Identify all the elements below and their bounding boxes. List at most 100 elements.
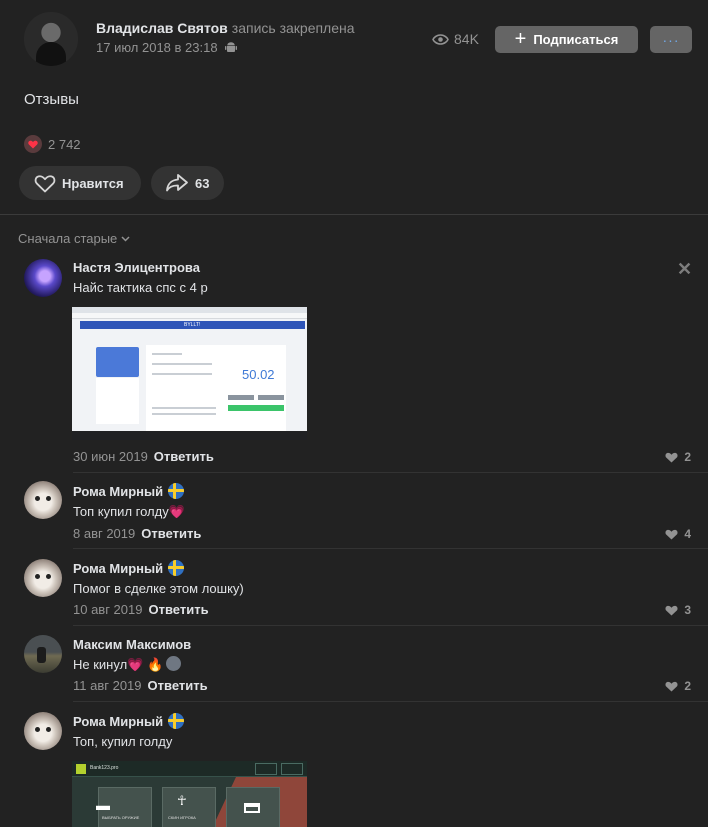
shop-icon [244, 803, 260, 813]
sort-label: Сначала старые [18, 231, 118, 246]
comment-like-button[interactable]: 2 [665, 450, 691, 464]
site-logo [76, 764, 86, 774]
face-icon [166, 656, 182, 671]
comment-meta: 30 июн 2019 Ответить [73, 449, 214, 464]
more-options-button[interactable]: ··· [650, 26, 692, 53]
stats-box [281, 763, 303, 775]
commenter-avatar[interactable] [24, 481, 62, 519]
comment-like-count: 2 [684, 679, 691, 693]
comment-text: Топ, купил голду [73, 734, 173, 749]
person-icon: ☥ [177, 793, 187, 808]
site-name: Bank123.pro [90, 765, 119, 771]
card-caption: ВЫБРАТЬ ОРУЖИЕ [102, 815, 140, 820]
comment-separator [73, 701, 708, 702]
reactions-summary[interactable]: 2 742 [24, 135, 81, 153]
views-count: 84K [454, 31, 479, 47]
os-taskbar [72, 431, 307, 440]
card-caption: СКИН ИГРОКА [168, 815, 196, 820]
views-counter: 84K [432, 31, 479, 47]
sweden-flag-icon [168, 483, 185, 499]
commenter-name[interactable]: Максим Максимов [73, 637, 191, 652]
sweden-flag-icon [168, 560, 185, 576]
panel-button [258, 395, 284, 400]
chevron-down-icon [121, 235, 130, 242]
like-label: Нравится [62, 175, 124, 191]
heart-icon [665, 681, 678, 691]
commenter-avatar[interactable] [24, 635, 62, 673]
panel-line [152, 413, 216, 415]
side-menu [96, 378, 139, 424]
comment-like-count: 4 [684, 527, 691, 541]
comment-date[interactable]: 8 авг 2019 [73, 526, 135, 541]
post-divider [0, 214, 708, 215]
balance-value: 50.02 [242, 367, 275, 382]
post-date-text[interactable]: 17 июл 2018 в 23:18 [96, 40, 218, 55]
comment-like-count: 2 [684, 450, 691, 464]
reply-button[interactable]: Ответить [141, 526, 201, 541]
commenter-name[interactable]: Настя Элицентрова [73, 260, 200, 275]
panel-button [228, 395, 254, 400]
sparkling-heart-icon: 💗 [127, 657, 144, 672]
commenter-name[interactable]: Рома Мирный [73, 713, 185, 729]
panel-line [152, 353, 182, 355]
comment-like-button[interactable]: 2 [665, 679, 691, 693]
heart-icon [665, 529, 678, 539]
post-date: 17 июл 2018 в 23:18 [96, 40, 238, 55]
android-icon [225, 42, 238, 52]
comment-text: Найс тактика спс с 4 р [73, 280, 208, 295]
pinned-note: запись закреплена [231, 20, 355, 36]
reply-button[interactable]: Ответить [148, 602, 208, 617]
subscribe-label: Подписаться [533, 32, 619, 47]
eye-icon [432, 33, 449, 45]
comment-date[interactable]: 10 авг 2019 [73, 602, 142, 617]
comment-meta: 8 авг 2019 Ответить [73, 526, 201, 541]
commenter-name[interactable]: Рома Мирный [73, 483, 185, 499]
commenter-avatar[interactable] [24, 712, 62, 750]
comment-like-button[interactable]: 4 [665, 527, 691, 541]
more-icon: ··· [662, 31, 680, 48]
share-button[interactable]: 63 [151, 166, 224, 200]
comment-date[interactable]: 30 июн 2019 [73, 449, 148, 464]
subscribe-button[interactable]: + Подписаться [495, 26, 638, 53]
reply-button[interactable]: Ответить [148, 678, 208, 693]
comment-like-button[interactable]: 3 [665, 603, 691, 617]
heart-outline-icon [34, 175, 56, 193]
comment-separator [73, 548, 708, 549]
panel-line [152, 407, 216, 409]
post-header: Владислав Святов запись закреплена 17 июл… [0, 0, 708, 80]
comment-like-count: 3 [684, 603, 691, 617]
browser-address-bar [72, 313, 307, 319]
comment-text: Не кинул💗 🔥 [73, 656, 182, 673]
author-name[interactable]: Владислав Святов [96, 20, 228, 36]
comment-attachment-screenshot[interactable]: Bank123.pro ▬ ☥ ВЫБРАТЬ ОРУЖИЕ СКИН ИГРО… [72, 761, 307, 827]
post-text: Отзывы [24, 91, 79, 108]
comment-meta: 10 авг 2019 Ответить [73, 602, 209, 617]
like-button[interactable]: Нравится [19, 166, 141, 200]
sparkling-heart-icon: 💗 [168, 504, 185, 519]
reply-button[interactable]: Ответить [154, 449, 214, 464]
site-banner-text: BYLLT! [184, 322, 201, 328]
panel-line [152, 373, 212, 375]
comment-attachment-screenshot[interactable]: BYLLT! 50.02 [72, 307, 307, 440]
stats-box [255, 763, 277, 775]
sort-toggle[interactable]: Сначала старые [18, 231, 130, 246]
commenter-avatar[interactable] [24, 559, 62, 597]
share-count: 63 [195, 175, 210, 191]
fire-icon: 🔥 [146, 657, 164, 672]
commenter-name[interactable]: Рома Мирный [73, 560, 185, 576]
sweden-flag-icon [168, 713, 185, 729]
trade-panel [146, 345, 286, 431]
comment-date[interactable]: 11 авг 2019 [73, 678, 142, 693]
panel-line [152, 363, 212, 365]
post-author-line: Владислав Святов запись закреплена [96, 20, 355, 36]
commenter-avatar[interactable] [24, 259, 62, 297]
author-avatar[interactable] [24, 12, 78, 66]
heart-icon [665, 452, 678, 462]
rifle-icon: ▬ [96, 797, 110, 813]
comment-text: Помог в сделке этом лошку) [73, 581, 244, 596]
comment-separator [73, 625, 708, 626]
comment-text: Топ купил голду💗 [73, 504, 185, 519]
balance-card [96, 347, 139, 377]
heart-reaction-icon [24, 135, 42, 153]
close-icon[interactable]: ✕ [677, 259, 692, 280]
